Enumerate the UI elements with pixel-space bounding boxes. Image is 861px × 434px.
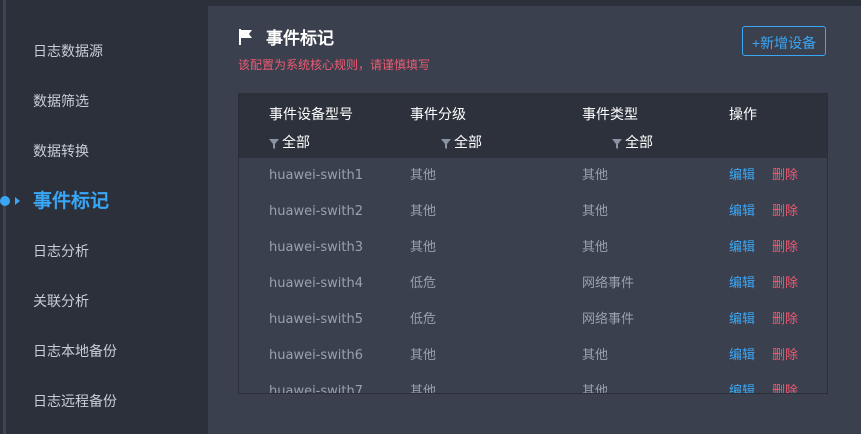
flag-icon <box>238 28 256 46</box>
cell-level: 其他 <box>410 348 437 363</box>
filter-icon <box>269 137 279 149</box>
filter-icon <box>612 137 622 149</box>
cell-type: 其他 <box>582 168 609 183</box>
filter-icon <box>441 137 451 149</box>
filter-level[interactable]: 全部 <box>441 132 482 152</box>
filter-label: 全部 <box>454 135 482 151</box>
cell-device-model: huawei-swith2 <box>269 204 364 219</box>
cell-device-model: huawei-swith6 <box>269 348 364 363</box>
cell-level: 其他 <box>410 384 437 394</box>
sidebar: 日志数据源 数据筛选 数据转换 事件标记 日志分析 关联分析 日志本地备份 日志… <box>0 0 208 434</box>
cell-level: 低危 <box>410 312 437 327</box>
column-header-device-model: 事件设备型号 <box>269 107 353 123</box>
cell-type: 其他 <box>582 348 609 363</box>
sidebar-item-event-marking[interactable]: 事件标记 <box>33 186 109 216</box>
table-row: huawei-swith3 其他 其他 编辑 删除 <box>239 230 827 266</box>
sidebar-item-local-backup[interactable]: 日志本地备份 <box>33 337 117 367</box>
event-table: 事件设备型号 事件分级 事件类型 操作 全部 全部 全部 huawei-swit… <box>238 93 828 394</box>
delete-link[interactable]: 删除 <box>772 158 798 194</box>
table-row: huawei-swith5 低危 网络事件 编辑 删除 <box>239 302 827 338</box>
delete-link[interactable]: 删除 <box>772 266 798 302</box>
column-header-level: 事件分级 <box>410 107 466 123</box>
warning-text: 该配置为系统核心规则，请谨慎填写 <box>238 58 431 72</box>
sidebar-item-log-source[interactable]: 日志数据源 <box>33 37 103 67</box>
sidebar-item-data-filter[interactable]: 数据筛选 <box>33 87 89 117</box>
sidebar-item-remote-backup[interactable]: 日志远程备份 <box>33 387 117 417</box>
table-row: huawei-swith6 其他 其他 编辑 删除 <box>239 338 827 374</box>
caret-right-icon <box>15 197 20 205</box>
cell-device-model: huawei-swith5 <box>269 312 364 327</box>
sidebar-item-log-analysis[interactable]: 日志分析 <box>33 237 89 267</box>
table-row: huawei-swith2 其他 其他 编辑 删除 <box>239 194 827 230</box>
cell-device-model: huawei-swith1 <box>269 168 364 183</box>
delete-link[interactable]: 删除 <box>772 302 798 338</box>
sidebar-item-data-transform[interactable]: 数据转换 <box>33 137 89 167</box>
cell-type: 其他 <box>582 240 609 255</box>
cell-device-model: huawei-swith7 <box>269 384 364 394</box>
cell-type: 其他 <box>582 204 609 219</box>
table-row: huawei-swith4 低危 网络事件 编辑 删除 <box>239 266 827 302</box>
sidebar-rail <box>3 0 6 434</box>
filter-device-model[interactable]: 全部 <box>269 132 310 152</box>
edit-link[interactable]: 编辑 <box>729 338 755 374</box>
cell-device-model: huawei-swith3 <box>269 240 364 255</box>
cell-type: 网络事件 <box>582 276 635 291</box>
delete-link[interactable]: 删除 <box>772 338 798 374</box>
cell-level: 其他 <box>410 240 437 255</box>
sidebar-item-correlation-analysis[interactable]: 关联分析 <box>33 287 89 317</box>
edit-link[interactable]: 编辑 <box>729 374 755 393</box>
edit-link[interactable]: 编辑 <box>729 230 755 266</box>
filter-type[interactable]: 全部 <box>612 132 653 152</box>
filter-label: 全部 <box>625 135 653 151</box>
column-header-type: 事件类型 <box>582 107 638 123</box>
cell-type: 网络事件 <box>582 312 635 327</box>
active-indicator-dot <box>0 196 10 206</box>
cell-level: 其他 <box>410 204 437 219</box>
table-row: huawei-swith7 其他 其他 编辑 删除 <box>239 374 827 394</box>
delete-link[interactable]: 删除 <box>772 230 798 266</box>
edit-link[interactable]: 编辑 <box>729 194 755 230</box>
filter-label: 全部 <box>282 135 310 151</box>
delete-link[interactable]: 删除 <box>772 374 798 393</box>
add-device-button[interactable]: +新增设备 <box>742 26 826 56</box>
edit-link[interactable]: 编辑 <box>729 302 755 338</box>
edit-link[interactable]: 编辑 <box>729 158 755 194</box>
delete-link[interactable]: 删除 <box>772 194 798 230</box>
table-header: 事件设备型号 事件分级 事件类型 操作 全部 全部 全部 <box>239 94 827 158</box>
column-header-actions: 操作 <box>729 107 757 123</box>
cell-type: 其他 <box>582 384 609 394</box>
cell-level: 其他 <box>410 168 437 183</box>
cell-device-model: huawei-swith4 <box>269 276 364 291</box>
table-row: huawei-swith1 其他 其他 编辑 删除 <box>239 158 827 194</box>
cell-level: 低危 <box>410 276 437 291</box>
page-title: 事件标记 <box>238 24 334 49</box>
edit-link[interactable]: 编辑 <box>729 266 755 302</box>
page-title-text: 事件标记 <box>266 29 334 49</box>
main-panel: 事件标记 该配置为系统核心规则，请谨慎填写 +新增设备 事件设备型号 事件分级 … <box>208 6 861 434</box>
